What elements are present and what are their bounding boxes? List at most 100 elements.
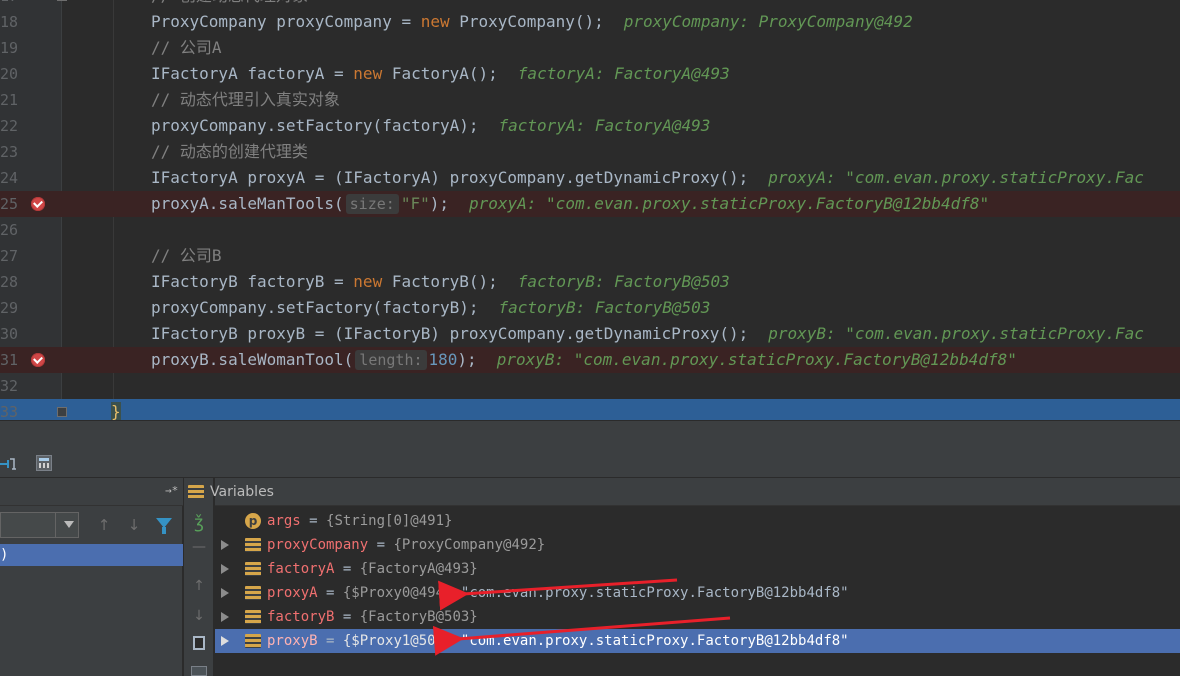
inline-debug-value: proxyB: "com.evan.proxy.staticProxy.Fact… (496, 350, 1017, 369)
line-number: 27 (0, 247, 19, 265)
line-number: 23 (0, 143, 19, 161)
line-number: 17 (0, 0, 18, 9)
expand-arrow-icon[interactable] (221, 540, 229, 550)
code-line[interactable]: 27 // 公司B (0, 243, 1180, 269)
code-token: ProxyCompany proxyCompany = (151, 12, 421, 31)
equals-sign: = (368, 537, 394, 553)
frame-list-item-selected[interactable]: ) (0, 544, 183, 566)
code-comment: // 动态代理引入真实对象 (151, 90, 340, 109)
code-line[interactable]: 20 IFactoryA factoryA = new FactoryA(); fa… (0, 61, 1180, 87)
equals-sign: = (334, 609, 360, 625)
arrow-up-icon[interactable]: ↑ (96, 516, 112, 534)
code-token: IFactoryA proxyA = (IFactoryA) proxyComp… (151, 168, 749, 187)
code-line[interactable]: 21 // 动态代理引入真实对象 (0, 87, 1180, 113)
expand-arrow-icon[interactable] (221, 636, 229, 646)
code-keyword: new (353, 272, 383, 291)
code-text: // 动态的创建代理类 (151, 139, 308, 165)
field-icon (245, 538, 261, 552)
code-line[interactable]: 29 proxyCompany.setFactory(factoryB); fact… (0, 295, 1180, 321)
variable-row-args[interactable]: p args = {String[0]@491} (215, 509, 1180, 533)
variables-header: Variables (188, 478, 1180, 506)
code-token: ProxyCompany(); (449, 12, 604, 31)
code-line[interactable]: 24 IFactoryA proxyA = (IFactoryA) proxyCo… (0, 165, 1180, 191)
code-line[interactable]: 18 ProxyCompany proxyCompany = new ProxyC… (0, 9, 1180, 35)
arrow-down-icon[interactable]: ↓ (126, 516, 142, 534)
code-text: proxyB.saleWomanTool(length: 180); proxyB:… (151, 347, 1017, 373)
code-token: ); (457, 350, 477, 369)
code-text: IFactoryA proxyA = (IFactoryA) proxyComp… (151, 165, 1144, 191)
variable-row-factoryA[interactable]: factoryA = {FactoryA@493} (215, 557, 1180, 581)
code-line[interactable]: 19 // 公司A (0, 35, 1180, 61)
line-number: 22 (0, 117, 19, 135)
variable-string-value: "com.evan.proxy.staticProxy.FactoryB@12b… (460, 633, 849, 649)
line-number: 31 (0, 351, 19, 369)
thread-selector[interactable] (0, 512, 79, 538)
breakpoint-icon[interactable] (31, 353, 45, 367)
code-line[interactable]: 25 proxyA.saleManTools(size: "F"); proxyA: … (0, 191, 1180, 217)
variable-text: proxyA = {$Proxy0@494} "com.evan.proxy.s… (267, 581, 849, 605)
code-text: IFactoryB factoryB = new FactoryB(); fact… (151, 269, 730, 295)
code-line[interactable]: 31 proxyB.saleWomanTool(length: 180); proxy… (0, 347, 1180, 373)
chevron-down-icon[interactable] (64, 521, 74, 528)
line-number: 21 (0, 91, 19, 109)
code-line[interactable]: 26 (0, 217, 1180, 243)
parameter-icon: p (245, 513, 261, 529)
equals-sign: = (300, 513, 327, 529)
code-keyword: new (353, 64, 383, 83)
code-line[interactable]: 22 proxyCompany.setFactory(factoryA); fact… (0, 113, 1180, 139)
code-token: proxyCompany.setFactory(factoryA); (151, 116, 479, 135)
code-editor[interactable]: 17 // 创建动态代理对象 18 ProxyCompany proxyCompany… (0, 0, 1180, 420)
code-token: IFactoryA factoryA = (151, 64, 354, 83)
pin-icon[interactable]: →* (165, 484, 178, 497)
field-icon (245, 610, 261, 624)
code-text: ProxyCompany proxyCompany = new ProxyCom… (151, 9, 913, 35)
code-line[interactable]: 17 // 创建动态代理对象 (0, 0, 1180, 9)
code-token: proxyA.saleManTools( (151, 194, 344, 213)
code-text: IFactoryB proxyB = (IFactoryB) proxyComp… (151, 321, 1144, 347)
expand-arrow-icon[interactable] (221, 612, 229, 622)
code-line[interactable]: 32 (0, 373, 1180, 399)
variable-row-factoryB[interactable]: factoryB = {FactoryB@503} (215, 605, 1180, 629)
breakpoint-icon[interactable] (31, 197, 45, 211)
code-text: // 公司A (151, 35, 222, 61)
code-line[interactable]: 30 IFactoryB proxyB = (IFactoryB) proxyCo… (0, 321, 1180, 347)
fold-marker-icon[interactable] (57, 407, 67, 417)
field-icon (245, 634, 261, 648)
variable-value: {$Proxy1@507} (342, 633, 453, 649)
parameter-hint: length: (355, 350, 427, 370)
remove-watch-icon[interactable]: — (190, 538, 208, 556)
line-number: 25 (0, 195, 19, 213)
code-token: FactoryB(); (382, 272, 498, 291)
code-line[interactable]: 28 IFactoryB factoryB = new FactoryB(); fa… (0, 269, 1180, 295)
fold-marker-icon[interactable] (57, 0, 67, 1)
code-token: IFactoryB proxyB = (IFactoryB) proxyComp… (151, 324, 749, 343)
variable-row-proxyB[interactable]: proxyB = {$Proxy1@507} "com.evan.proxy.s… (215, 629, 1180, 653)
code-line[interactable]: 23 // 动态的创建代理类 (0, 139, 1180, 165)
variable-name: args (267, 513, 301, 529)
move-down-icon[interactable]: ↓ (190, 607, 208, 625)
variable-value: {FactoryB@503} (359, 609, 478, 625)
filter-icon[interactable] (156, 518, 172, 534)
editor-bottom-strip (0, 420, 1180, 450)
code-token: FactoryA(); (382, 64, 498, 83)
variable-row-proxyCompany[interactable]: proxyCompany = {ProxyCompany@492} (215, 533, 1180, 557)
evaluate-calculator-icon[interactable] (36, 455, 52, 471)
move-up-icon[interactable]: ↑ (190, 577, 208, 595)
evaluate-expression-icon[interactable]: ǯ (190, 514, 208, 532)
code-keyword: new (420, 12, 450, 31)
expand-arrow-icon[interactable] (221, 564, 229, 574)
variables-side-toolbar: ǯ — ↑ ↓ (184, 478, 214, 676)
inline-debug-value: factoryA: FactoryA@493 (498, 116, 711, 135)
variable-value: {FactoryA@493} (359, 561, 478, 577)
variable-row-proxyA[interactable]: proxyA = {$Proxy0@494} "com.evan.proxy.s… (215, 581, 1180, 605)
grid-view-icon[interactable] (191, 666, 207, 676)
restore-layout-icon[interactable] (0, 455, 18, 473)
code-line[interactable]: 33} (0, 399, 1180, 420)
variable-name: proxyA (267, 585, 318, 601)
parameter-hint: size: (345, 194, 399, 214)
line-number: 24 (0, 169, 19, 187)
copy-icon[interactable] (193, 636, 205, 650)
code-text: // 动态代理引入真实对象 (151, 87, 340, 113)
expand-arrow-icon[interactable] (221, 588, 229, 598)
